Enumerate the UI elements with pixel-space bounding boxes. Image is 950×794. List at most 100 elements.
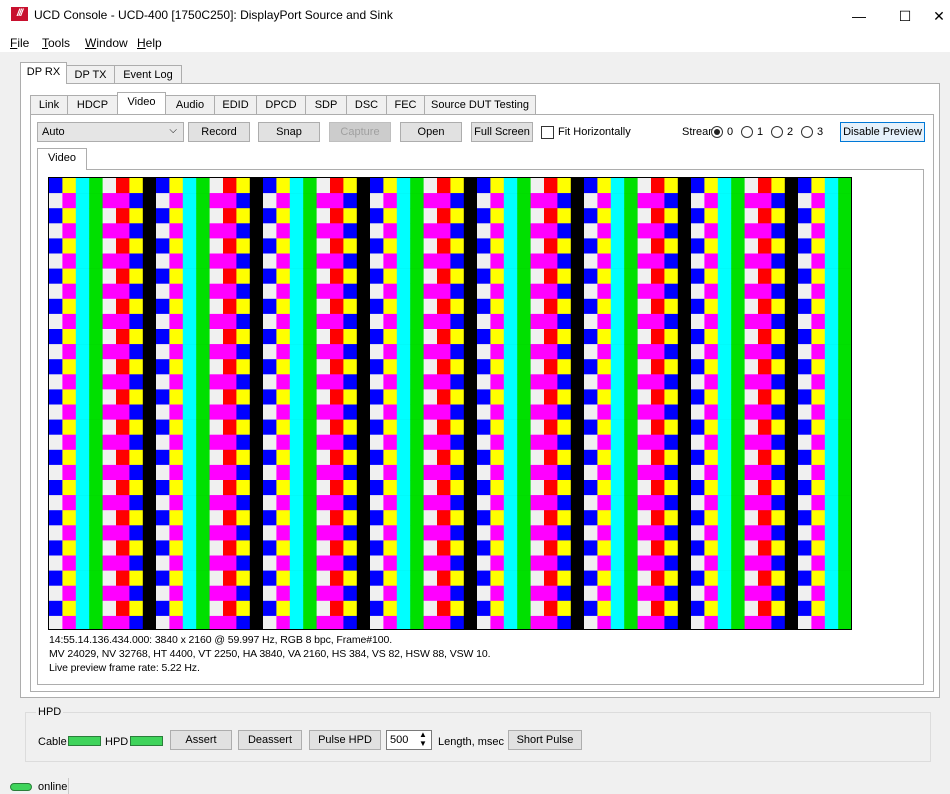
pattern-cell [102,238,117,254]
pattern-cell [610,525,625,541]
tab-hdcp[interactable]: HDCP [67,95,118,115]
pattern-cell [303,540,317,556]
pattern-cell [691,208,705,224]
pattern-cell [637,329,652,345]
menu-window[interactable]: Window [85,36,128,50]
pattern-cell [463,570,478,586]
menu-help[interactable]: Help [137,36,162,50]
fit-horizontally-checkbox[interactable] [541,126,554,139]
pattern-cell [236,178,251,194]
close-button[interactable]: ✕ [928,0,950,32]
full-screen-button[interactable]: Full Screen [471,122,533,142]
stream-radio-2[interactable] [771,126,783,138]
pattern-cell [503,268,518,284]
pattern-cell [824,449,839,466]
pattern-cell [610,329,625,345]
pattern-cell [637,298,652,315]
pattern-cell [249,238,264,254]
tab-dp-tx[interactable]: DP TX [66,65,115,85]
tab-fec[interactable]: FEC [386,95,425,115]
pattern-cell [530,374,545,390]
pattern-cell [49,268,63,284]
pattern-cell [503,313,518,330]
stream-radio-0[interactable] [711,126,723,138]
pattern-cell [223,193,237,209]
maximize-button[interactable]: ☐ [882,0,928,32]
tab-video-preview[interactable]: Video [37,148,87,170]
pattern-cell [316,268,331,284]
pattern-cell [677,540,692,556]
pulse-hpd-button[interactable]: Pulse HPD [309,730,381,750]
minimize-button[interactable]: — [836,0,882,32]
pattern-cell [289,193,304,209]
tab-edid[interactable]: EDID [214,95,257,115]
pattern-cell [223,525,237,541]
pattern-cell [303,208,317,224]
pattern-cell [771,359,786,375]
pattern-cell [182,615,197,629]
tab-video[interactable]: Video [117,92,166,114]
pattern-cell [116,449,130,466]
pattern-cell [142,615,157,629]
pattern-cell [62,419,77,435]
pattern-cell [223,570,237,586]
tab-event-log[interactable]: Event Log [114,65,182,85]
tab-dsc[interactable]: DSC [346,95,387,115]
menu-file[interactable]: File [10,36,29,50]
pattern-cell [343,540,358,556]
pattern-cell [102,223,117,239]
pattern-cell [517,540,531,556]
pattern-cell [437,329,451,345]
pattern-cell [223,615,237,629]
stream-radio-1[interactable] [741,126,753,138]
tab-dp-rx[interactable]: DP RX [20,62,67,84]
pattern-cell [263,615,277,629]
pattern-cell [316,193,331,209]
pattern-cell [624,600,638,617]
pattern-cell [490,313,505,330]
pattern-cell [410,208,424,224]
pattern-cell [303,329,317,345]
pattern-cell [263,329,277,345]
stream-radio-3[interactable] [801,126,813,138]
pattern-cell [196,464,210,481]
pattern-cell [102,464,117,481]
pattern-cell [89,208,103,224]
pattern-cell [584,283,598,300]
tab-link[interactable]: Link [30,95,68,115]
mode-select[interactable]: Auto ⌵ [37,122,184,142]
disable-preview-button[interactable]: Disable Preview [840,122,925,142]
pattern-cell [517,434,531,451]
length-spinbox[interactable]: 500 ▲ ▼ [386,730,432,750]
pattern-cell [731,223,745,239]
pattern-cell [343,223,358,239]
pattern-cell [356,615,371,629]
pattern-cell [570,419,585,435]
open-button[interactable]: Open [400,122,462,142]
tab-audio[interactable]: Audio [165,95,215,115]
pattern-cell [731,208,745,224]
tab-sdp[interactable]: SDP [305,95,347,115]
pattern-cell [276,208,291,224]
tab-dpcd[interactable]: DPCD [256,95,306,115]
pattern-cell [651,434,665,451]
snap-button[interactable]: Snap [258,122,320,142]
pattern-cell [423,193,438,209]
assert-button[interactable]: Assert [170,730,232,750]
pattern-cell [343,268,358,284]
pattern-cell [584,329,598,345]
pattern-cell [289,449,304,466]
pattern-cell [209,313,224,330]
short-pulse-button[interactable]: Short Pulse [508,730,582,750]
record-button[interactable]: Record [188,122,250,142]
deassert-button[interactable]: Deassert [238,730,302,750]
spin-arrows-icon[interactable]: ▲ ▼ [419,730,427,748]
pattern-cell [423,298,438,315]
tab-source-dut-testing[interactable]: Source DUT Testing [424,95,536,115]
pattern-cell [610,570,625,586]
capture-button[interactable]: Capture [329,122,391,142]
pattern-cell [450,298,465,315]
pattern-cell [758,480,772,496]
pattern-cell [637,449,652,466]
menu-tools[interactable]: Tools [42,36,70,50]
